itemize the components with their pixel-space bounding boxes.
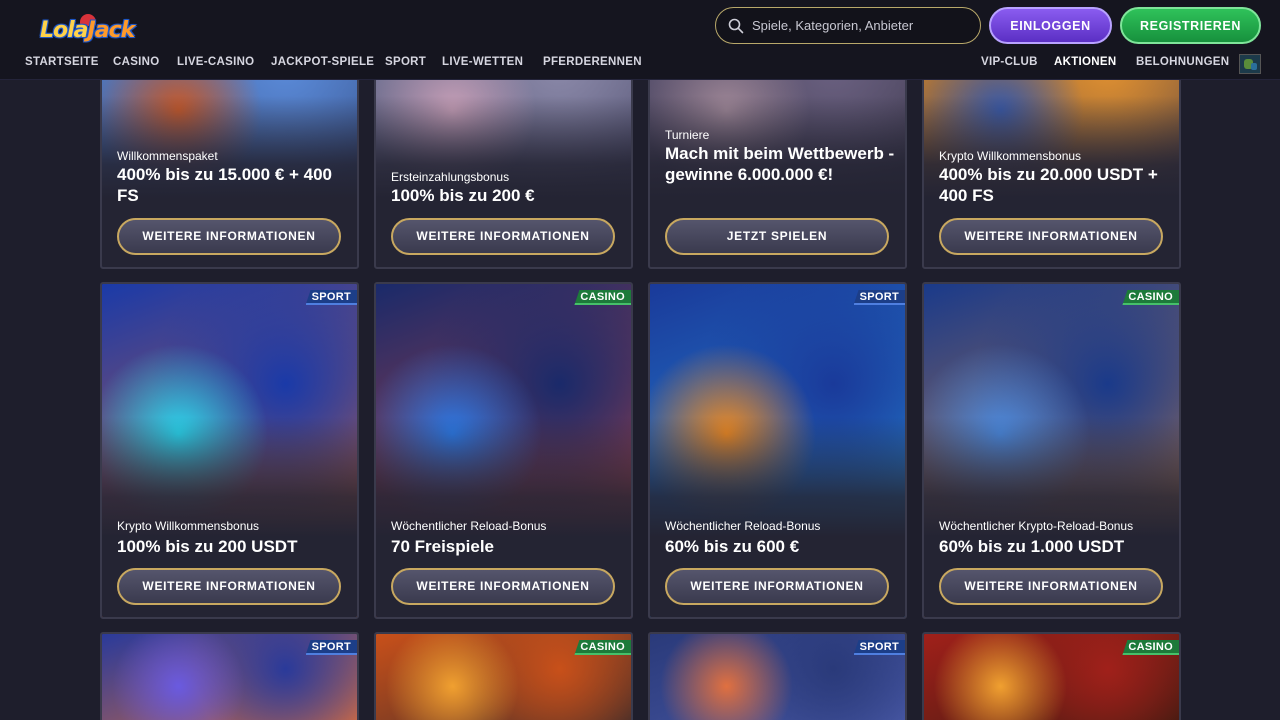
nav-jackpot-spiele[interactable]: JACKPOT-SPIELE: [271, 56, 374, 68]
logo-text: LolaJack: [40, 18, 135, 43]
search-box[interactable]: [715, 7, 981, 44]
promo-subtitle: Wöchentlicher Reload-Bonus: [391, 519, 547, 533]
promo-card[interactable]: CASINO: [374, 632, 633, 720]
login-button[interactable]: EINLOGGEN: [989, 7, 1112, 44]
promo-subtitle: Wöchentlicher Reload-Bonus: [665, 519, 821, 533]
search-input[interactable]: [752, 8, 980, 43]
promo-subtitle: Willkommenspaket: [117, 149, 218, 163]
promo-title: Mach mit beim Wettbewerb - gewinne 6.000…: [665, 144, 895, 184]
nav-startseite[interactable]: STARTSEITE: [25, 56, 99, 68]
nav-casino[interactable]: CASINO: [113, 56, 160, 68]
promo-subtitle: Krypto Willkommensbonus: [939, 149, 1082, 163]
nav-sport[interactable]: SPORT: [385, 56, 426, 68]
promo-card[interactable]: SPORT: [648, 632, 907, 720]
promo-card[interactable]: CASINO Wöchentlicher Krypto-Reload-Bonus 6…: [922, 282, 1181, 619]
more-info-button[interactable]: WEITERE INFORMATIONEN: [391, 568, 615, 605]
register-button[interactable]: REGISTRIEREN: [1120, 7, 1261, 44]
category-badge: SPORT: [853, 640, 905, 655]
promo-title: 60% bis zu 1.000 USDT: [939, 537, 1125, 556]
promo-card[interactable]: SPORT: [100, 632, 359, 720]
promo-subtitle: Wöchentlicher Krypto-Reload-Bonus: [939, 519, 1134, 533]
nav-live-wetten[interactable]: LIVE-WETTEN: [442, 56, 523, 68]
promo-title: 60% bis zu 600 €: [665, 537, 800, 556]
more-info-button[interactable]: WEITERE INFORMATIONEN: [665, 568, 889, 605]
promo-subtitle: Krypto Willkommensbonus: [117, 519, 260, 533]
category-badge: CASINO: [1122, 640, 1179, 655]
promotions-grid: Willkommenspaket 400% bis zu 15.000 € + 4…: [0, 0, 1280, 720]
promo-card[interactable]: SPORT Wöchentlicher Reload-Bonus 60% bis z…: [648, 282, 907, 619]
main-nav: STARTSEITE CASINO LIVE-CASINO JACKPOT-SP…: [0, 56, 1280, 72]
promo-subtitle: Ersteinzahlungsbonus: [391, 170, 510, 184]
category-badge: SPORT: [853, 290, 905, 305]
nav-aktionen[interactable]: AKTIONEN: [1054, 56, 1116, 68]
promo-subtitle: Turniere: [665, 128, 710, 142]
more-info-button[interactable]: WEITERE INFORMATIONEN: [117, 568, 341, 605]
site-header: LolaJack EINLOGGEN REGISTRIEREN STARTSEI…: [0, 0, 1280, 80]
category-badge: SPORT: [305, 640, 357, 655]
category-badge: SPORT: [305, 290, 357, 305]
flag-sea: [1251, 63, 1257, 70]
promo-card[interactable]: CASINO: [922, 632, 1181, 720]
nav-vip-club[interactable]: VIP-CLUB: [981, 56, 1038, 68]
category-badge: CASINO: [1122, 290, 1179, 305]
more-info-button[interactable]: WEITERE INFORMATIONEN: [939, 568, 1163, 605]
promo-card[interactable]: SPORT Krypto Willkommensbonus 100% bis zu …: [100, 282, 359, 619]
promo-title: 100% bis zu 200 USDT: [117, 537, 298, 556]
category-badge: CASINO: [574, 290, 631, 305]
category-badge: CASINO: [574, 640, 631, 655]
more-info-button[interactable]: WEITERE INFORMATIONEN: [117, 218, 341, 255]
promo-title: 70 Freispiele: [391, 537, 495, 556]
nav-pferderennen[interactable]: PFERDERENNEN: [543, 56, 642, 68]
nav-belohnungen[interactable]: BELOHNUNGEN: [1136, 56, 1229, 68]
promo-title: 400% bis zu 15.000 € + 400 FS: [117, 165, 333, 205]
promo-title: 400% bis zu 20.000 USDT + 400 FS: [939, 165, 1158, 205]
more-info-button[interactable]: WEITERE INFORMATIONEN: [391, 218, 615, 255]
promo-title: 100% bis zu 200 €: [391, 186, 535, 205]
search-icon: [728, 18, 744, 33]
play-now-button[interactable]: JETZT SPIELEN: [665, 218, 889, 255]
language-flag-icon[interactable]: [1239, 54, 1261, 74]
promo-card[interactable]: CASINO Wöchentlicher Reload-Bonus 70 Freis…: [374, 282, 633, 619]
more-info-button[interactable]: WEITERE INFORMATIONEN: [939, 218, 1163, 255]
lolajack-logo[interactable]: LolaJack: [18, 8, 135, 46]
nav-live-casino[interactable]: LIVE-CASINO: [177, 56, 254, 68]
